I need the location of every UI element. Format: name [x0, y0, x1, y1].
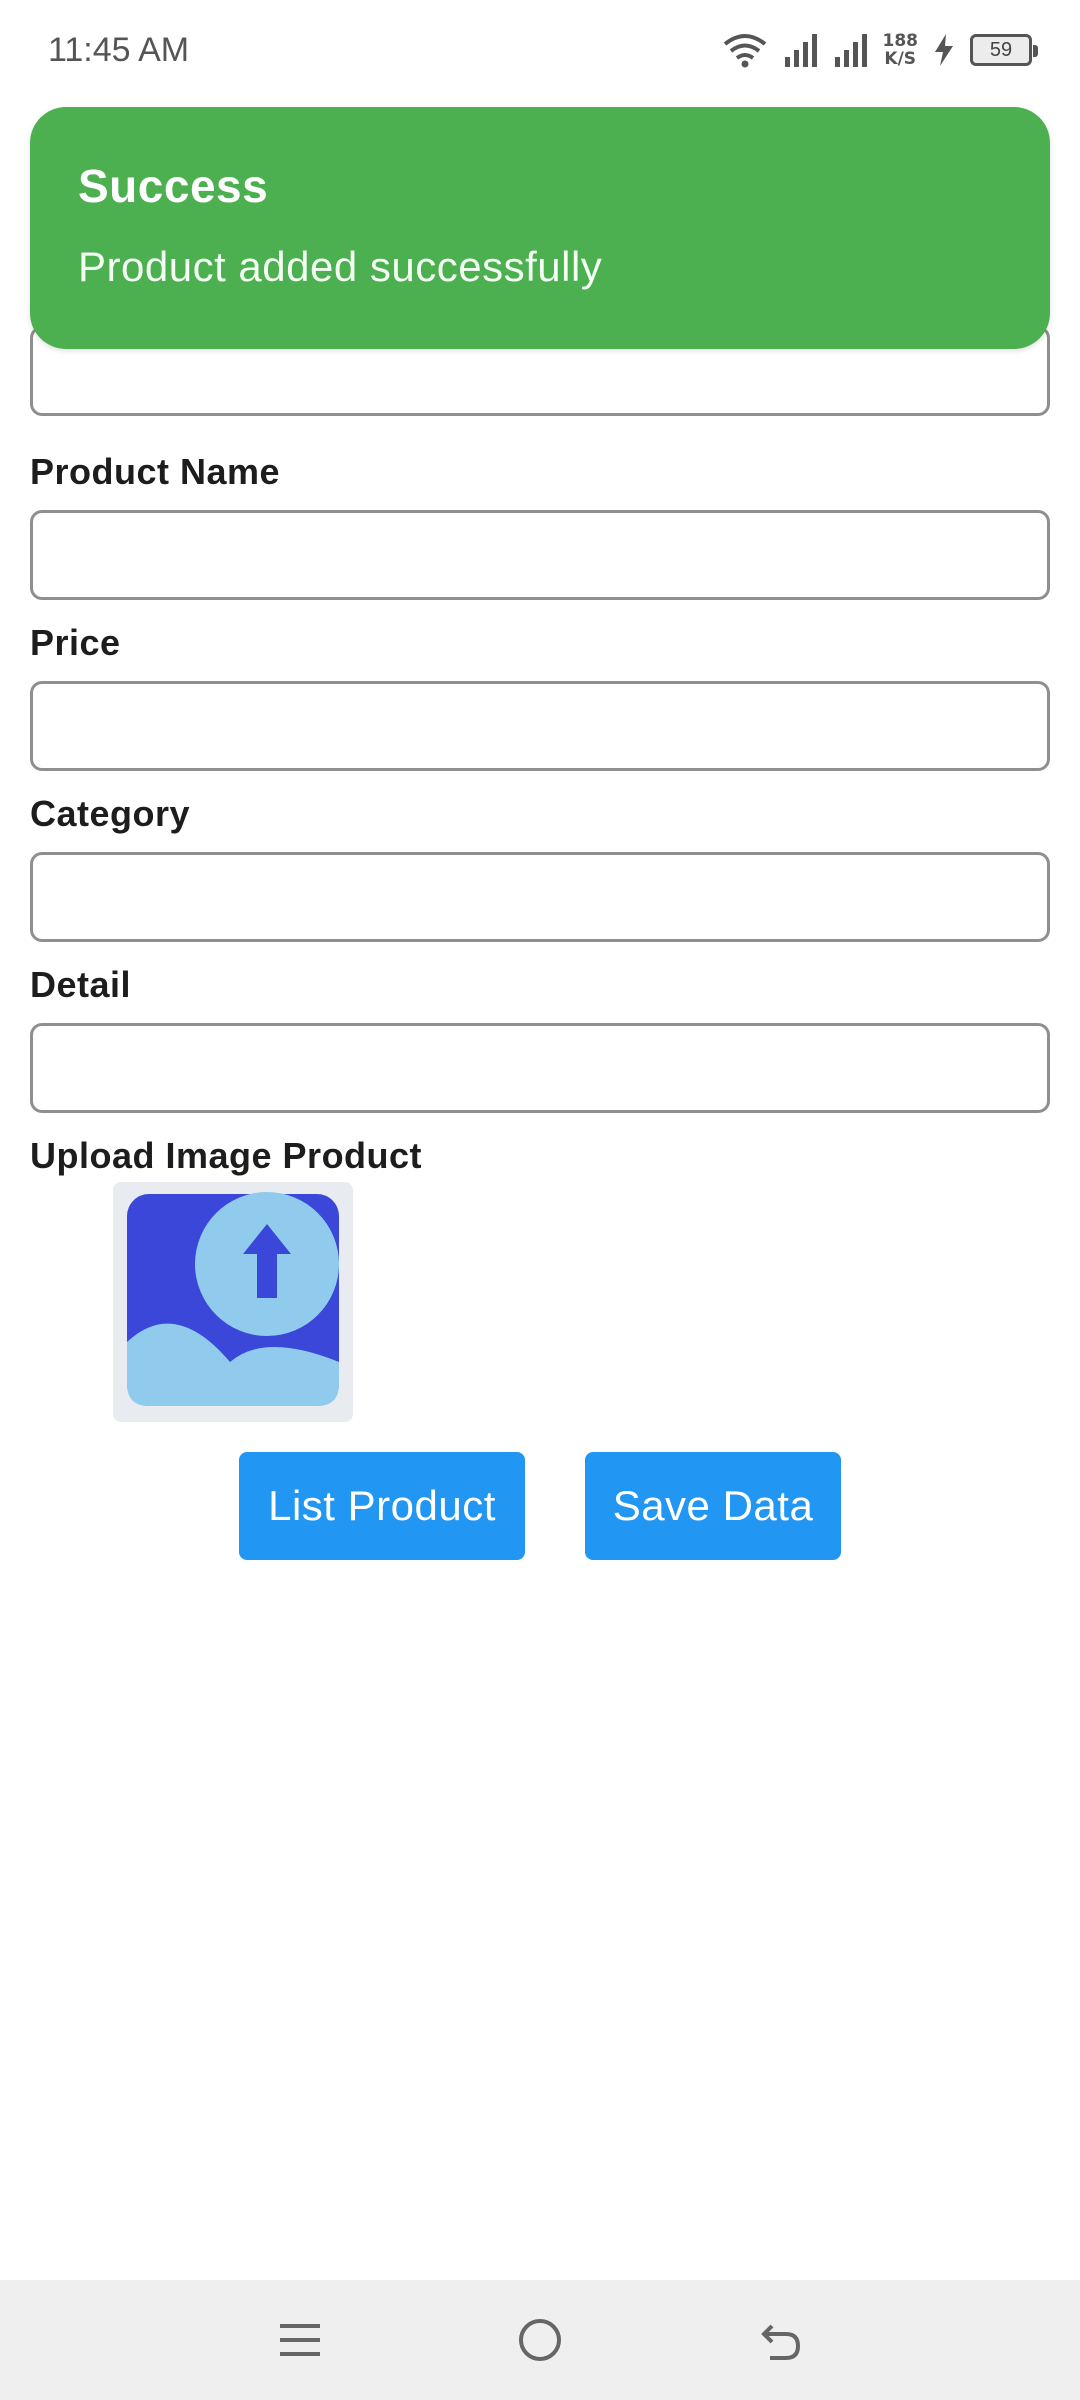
save-data-button[interactable]: Save Data [585, 1452, 841, 1560]
category-group: Category [30, 772, 1050, 943]
signal-icon [833, 33, 869, 67]
wifi-icon [721, 32, 769, 68]
category-input[interactable] [30, 852, 1050, 942]
snackbar-message: Product added successfully [78, 243, 603, 290]
upload-image-button[interactable] [113, 1182, 353, 1422]
price-input[interactable] [30, 681, 1050, 771]
action-buttons: List Product Save Data [0, 1452, 1080, 1560]
home-icon[interactable] [500, 2300, 580, 2380]
menu-icon[interactable] [260, 2300, 340, 2380]
product-name-group: Product Name [30, 430, 1050, 601]
status-icons: 188 K/S 59 [721, 32, 1038, 68]
category-label: Category [30, 793, 191, 834]
product-form: Product Name Price Category Detail [30, 430, 1050, 1114]
product-name-input[interactable] [30, 510, 1050, 600]
screen: 11:45 AM 188 K/S 59 Product Name Price C… [0, 0, 1080, 2400]
system-nav-bar [0, 2280, 1080, 2400]
success-snackbar: Success Product added successfully [30, 107, 1050, 349]
price-group: Price [30, 601, 1050, 772]
status-time: 11:45 AM [48, 30, 190, 69]
image-upload-icon [125, 1191, 341, 1413]
status-bar: 11:45 AM 188 K/S 59 [0, 0, 1080, 100]
detail-label: Detail [30, 964, 132, 1005]
price-label: Price [30, 622, 121, 663]
detail-group: Detail [30, 943, 1050, 1114]
detail-input[interactable] [30, 1023, 1050, 1113]
net-speed-value: 188 [882, 31, 919, 51]
net-speed: 188 K/S [883, 32, 919, 68]
battery-level: 59 [989, 38, 1013, 61]
product-name-label: Product Name [30, 451, 281, 492]
signal-icon [783, 33, 819, 67]
net-speed-unit: K/S [884, 49, 917, 69]
list-product-button[interactable]: List Product [239, 1452, 525, 1560]
battery-icon: 59 [970, 34, 1038, 66]
charging-icon [932, 33, 956, 67]
snackbar-title: Success [78, 160, 269, 212]
back-icon[interactable] [740, 2300, 820, 2380]
